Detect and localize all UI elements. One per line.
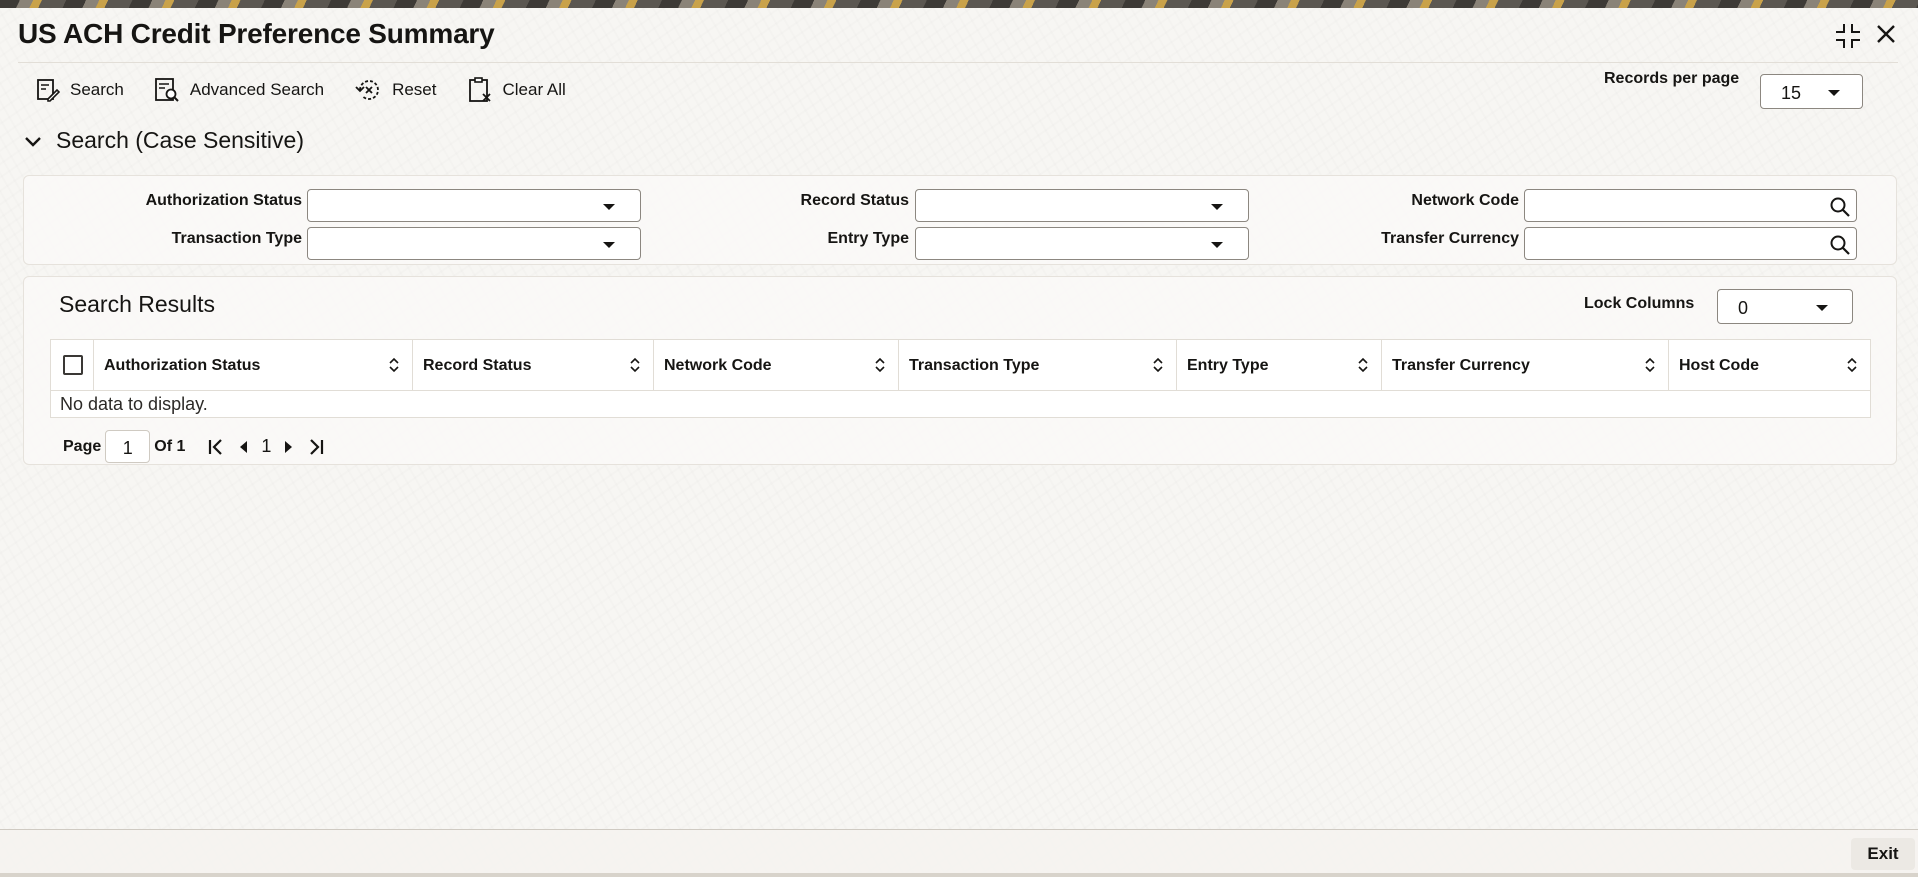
column-header-authorization-status[interactable]: Authorization Status (94, 340, 413, 390)
column-header-label: Transaction Type (909, 357, 1040, 374)
advanced-search-button-label: Advanced Search (189, 80, 325, 99)
pagination: Page 1 Of 1 1 (63, 430, 325, 463)
current-page-number: 1 (261, 436, 272, 456)
reset-button-label: Reset (392, 80, 437, 99)
chevron-down-icon (24, 127, 42, 154)
caret-down-icon (603, 242, 615, 248)
record-status-select[interactable] (915, 189, 1249, 222)
search-section-toggle[interactable]: Search (Case Sensitive) (24, 127, 304, 154)
sort-icon[interactable] (1152, 357, 1164, 373)
network-code-label: Network Code (1411, 192, 1519, 209)
lock-columns-select[interactable]: 0 (1717, 289, 1853, 324)
sort-icon[interactable] (1644, 357, 1656, 373)
search-button[interactable]: Search (36, 77, 124, 103)
authorization-status-label: Authorization Status (145, 192, 302, 209)
caret-down-icon (1211, 242, 1223, 248)
page-label: Page (63, 437, 102, 455)
column-header-host-code[interactable]: Host Code (1669, 340, 1870, 390)
network-code-input[interactable] (1524, 189, 1857, 222)
transfer-currency-input[interactable] (1524, 227, 1857, 260)
advanced-search-button[interactable]: Advanced Search (154, 77, 324, 103)
exit-button[interactable]: Exit (1851, 838, 1915, 870)
entry-type-select[interactable] (915, 227, 1249, 260)
clear-all-button-label: Clear All (502, 80, 566, 99)
entry-type-label: Entry Type (827, 230, 910, 247)
caret-down-icon (603, 204, 615, 210)
page-number-input[interactable]: 1 (105, 430, 151, 463)
window-controls (1834, 22, 1898, 50)
column-header-label: Record Status (423, 357, 532, 374)
column-header-record-status[interactable]: Record Status (413, 340, 654, 390)
record-status-label: Record Status (800, 192, 909, 209)
reset-button[interactable]: Reset (354, 77, 437, 103)
search-icon[interactable] (1829, 234, 1851, 261)
caret-down-icon (1211, 204, 1223, 210)
advanced-search-icon (154, 77, 180, 103)
compress-icon[interactable] (1834, 22, 1862, 50)
search-section-heading: Search (Case Sensitive) (56, 127, 304, 153)
transaction-type-label: Transaction Type (171, 230, 302, 247)
column-header-transaction-type[interactable]: Transaction Type (899, 340, 1177, 390)
page-navigation: 1 (207, 436, 325, 457)
clipboard-clear-icon (467, 76, 493, 104)
lock-columns-value: 0 (1738, 298, 1749, 318)
transaction-type-select[interactable] (307, 227, 641, 260)
authorization-status-select[interactable] (307, 189, 641, 222)
bottom-edge (0, 873, 1918, 877)
clear-all-button[interactable]: Clear All (467, 76, 566, 104)
previous-page-icon[interactable] (237, 439, 249, 455)
select-all-checkbox[interactable] (63, 355, 83, 375)
header-banner (0, 0, 1918, 8)
column-header-label: Authorization Status (104, 357, 261, 374)
toolbar: Search Advanced Search Reset Clear All (36, 76, 596, 104)
caret-down-icon (1828, 90, 1840, 96)
search-criteria-panel: Authorization Status Record Status Netwo… (23, 175, 1897, 265)
sort-icon[interactable] (1357, 357, 1369, 373)
next-page-icon[interactable] (283, 439, 295, 455)
sort-icon[interactable] (1846, 357, 1858, 373)
records-per-page-select[interactable]: 15 (1760, 74, 1863, 109)
reset-icon (354, 77, 382, 103)
search-icon (36, 77, 60, 103)
column-header-label: Network Code (664, 357, 772, 374)
column-header-label: Transfer Currency (1392, 357, 1530, 374)
search-button-label: Search (70, 80, 124, 99)
footer-bar (0, 830, 1918, 877)
search-results-panel: Search Results Lock Columns 0 Authorizat… (23, 276, 1897, 465)
column-header-label: Host Code (1679, 357, 1759, 374)
results-table: Authorization Status Record Status Netwo… (50, 339, 1871, 418)
column-header-entry-type[interactable]: Entry Type (1177, 340, 1382, 390)
transfer-currency-label: Transfer Currency (1381, 230, 1519, 247)
select-all-cell (51, 340, 94, 390)
last-page-icon[interactable] (307, 437, 325, 457)
records-per-page-value: 15 (1781, 83, 1802, 103)
empty-table-message: No data to display. (60, 394, 208, 414)
column-header-label: Entry Type (1187, 357, 1269, 374)
sort-icon[interactable] (388, 357, 400, 373)
page-count-label: Of 1 (154, 437, 186, 455)
sort-icon[interactable] (629, 357, 641, 373)
page-title: US ACH Credit Preference Summary (18, 18, 495, 49)
caret-down-icon (1816, 305, 1828, 311)
table-header: Authorization Status Record Status Netwo… (51, 340, 1870, 391)
close-icon[interactable] (1874, 22, 1898, 50)
records-per-page-label: Records per page (1604, 70, 1740, 87)
search-results-title: Search Results (59, 291, 215, 317)
search-icon[interactable] (1829, 196, 1851, 223)
lock-columns-label: Lock Columns (1584, 295, 1695, 312)
sort-icon[interactable] (874, 357, 886, 373)
column-header-transfer-currency[interactable]: Transfer Currency (1382, 340, 1669, 390)
title-divider (18, 62, 1898, 63)
column-header-network-code[interactable]: Network Code (654, 340, 899, 390)
first-page-icon[interactable] (207, 437, 225, 457)
